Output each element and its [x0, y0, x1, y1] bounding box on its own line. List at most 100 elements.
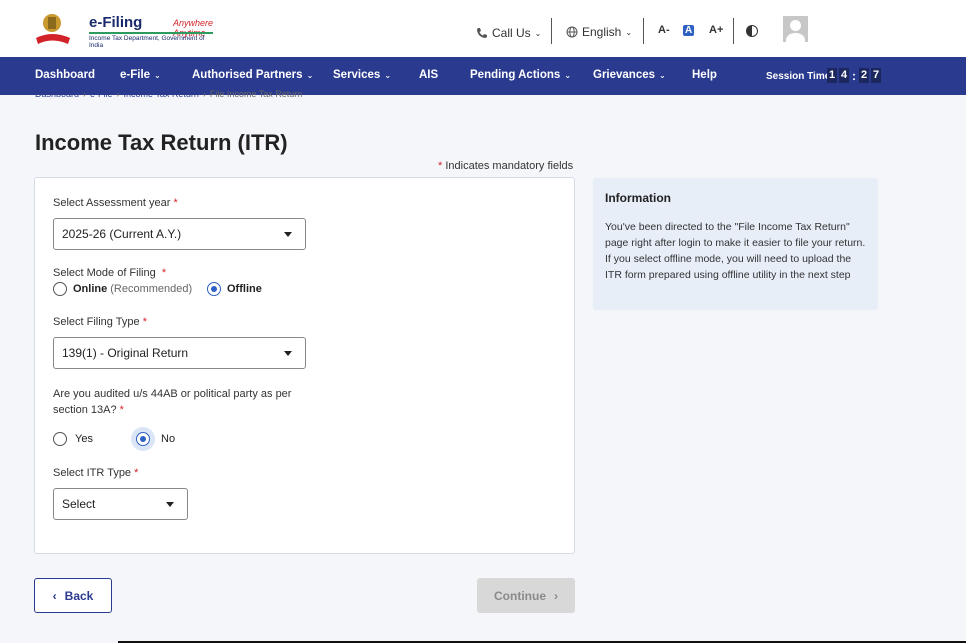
nav-help[interactable]: Help	[692, 69, 717, 81]
nav-label: Dashboard	[35, 69, 96, 81]
required-mark: *	[161, 267, 167, 279]
itr-type-value: Select	[62, 497, 96, 511]
assessment-year-value: 2025-26 (Current A.Y.)	[62, 227, 182, 241]
audited-no-radio[interactable]: No	[131, 427, 175, 451]
itr-type-label: Select ITR Type *	[53, 467, 138, 479]
contrast-icon[interactable]	[746, 25, 758, 37]
label-text: Select ITR Type	[53, 467, 132, 479]
nav-services[interactable]: Services ⌄	[333, 69, 391, 81]
yes-label: Yes	[75, 433, 93, 445]
chevron-down-icon: ⌄	[564, 70, 572, 80]
information-panel: Information You've been directed to the …	[593, 178, 878, 310]
call-us-label: Call Us	[492, 26, 531, 40]
breadcrumb: Dashboard › e-File › Income Tax Return › Fi…	[35, 89, 302, 99]
call-us-menu[interactable]: Call Us ⌄	[476, 26, 541, 40]
required-mark: *	[142, 316, 147, 328]
audited-question-label: Are you audited u/s 44AB or political pa…	[53, 386, 291, 418]
continue-button[interactable]: Continue ›	[477, 578, 575, 613]
continue-label: Continue	[494, 588, 546, 603]
session-digit: 1	[827, 68, 837, 83]
itr-form-card: Select Assessment year * 2025-26 (Curren…	[34, 177, 575, 554]
font-increase-button[interactable]: A+	[709, 24, 723, 36]
nav-ais[interactable]: AIS	[419, 69, 438, 81]
required-mark: *	[119, 404, 124, 416]
globe-icon	[566, 26, 578, 38]
caret-down-icon	[284, 231, 292, 237]
filing-type-label: Select Filing Type *	[53, 316, 147, 328]
chevron-left-icon: ‹	[52, 588, 57, 603]
online-label: Online	[73, 283, 108, 295]
nav-efile[interactable]: e-File ⌄	[120, 69, 161, 81]
radio-selected-icon	[136, 432, 150, 446]
radio-icon	[53, 282, 67, 296]
session-time-label: Session Time	[766, 71, 831, 82]
required-mark: *	[438, 160, 443, 172]
back-label: Back	[64, 588, 94, 603]
label-text: section 13A?	[53, 404, 117, 416]
page-title: Income Tax Return (ITR)	[35, 130, 288, 155]
back-button[interactable]: ‹ Back	[34, 578, 112, 613]
filing-type-value: 139(1) - Original Return	[62, 346, 189, 360]
session-digit: 4	[839, 68, 849, 83]
breadcrumb-dashboard[interactable]: Dashboard	[35, 89, 79, 99]
nav-grievances[interactable]: Grievances ⌄	[593, 69, 666, 81]
logo-title: e-Filing	[89, 14, 143, 31]
header-divider	[733, 18, 734, 44]
phone-icon	[477, 28, 487, 38]
mandatory-text: Indicates mandatory fields	[445, 160, 574, 172]
header-divider	[551, 18, 552, 44]
filing-mode-offline-radio[interactable]: Offline	[207, 282, 262, 296]
required-mark: *	[134, 467, 139, 479]
session-timer: 1 4 : 2 7	[827, 68, 881, 83]
session-digit: 7	[871, 68, 881, 83]
filing-type-select[interactable]: 139(1) - Original Return	[53, 337, 306, 369]
emblem-icon	[36, 14, 70, 44]
audited-yes-radio[interactable]: Yes	[53, 432, 93, 446]
efiling-logo[interactable]: e-Filing Anywhere Anytime Income Tax Dep…	[34, 10, 214, 49]
label-text: Select Assessment year	[53, 197, 171, 209]
nav-authorised-partners[interactable]: Authorised Partners ⌄	[192, 69, 313, 81]
breadcrumb-itr[interactable]: Income Tax Return	[124, 89, 199, 99]
assessment-year-select[interactable]: 2025-26 (Current A.Y.)	[53, 218, 306, 250]
header-divider	[643, 18, 644, 44]
breadcrumb-efile[interactable]: e-File	[90, 89, 113, 99]
label-text: Are you audited u/s 44AB or political pa…	[53, 388, 292, 400]
chevron-down-icon: ⌄	[534, 28, 542, 38]
nav-dashboard[interactable]: Dashboard	[35, 69, 95, 81]
nav-label: Grievances	[593, 69, 656, 81]
language-label: English	[582, 25, 622, 39]
nav-label: Authorised Partners	[192, 69, 303, 81]
breadcrumb-current: File Income Tax Return	[209, 89, 303, 99]
online-note: (Recommended)	[110, 283, 193, 295]
language-select[interactable]: English ⌄	[566, 25, 632, 39]
session-digit: 2	[859, 68, 869, 83]
assessment-year-label: Select Assessment year *	[53, 197, 178, 209]
mandatory-note: * Indicates mandatory fields	[438, 160, 573, 172]
required-mark: *	[173, 197, 178, 209]
breadcrumb-separator: ›	[202, 89, 206, 99]
offline-label: Offline	[227, 283, 262, 295]
label-text: Select Filing Type	[53, 316, 140, 328]
chevron-down-icon: ⌄	[625, 27, 633, 37]
radio-focus-halo	[131, 427, 155, 451]
nav-label: Services	[333, 69, 381, 81]
nav-pending-actions[interactable]: Pending Actions ⌄	[470, 69, 571, 81]
itr-type-select[interactable]: Select	[53, 488, 188, 520]
information-title: Information	[605, 191, 671, 205]
breadcrumb-separator: ›	[116, 89, 120, 99]
avatar[interactable]	[783, 16, 808, 42]
chevron-down-icon: ⌄	[154, 70, 161, 80]
chevron-down-icon: ⌄	[659, 70, 666, 80]
nav-label: Pending Actions	[470, 69, 561, 81]
breadcrumb-separator: ›	[83, 89, 87, 99]
chevron-right-icon: ›	[554, 588, 558, 603]
session-colon: :	[852, 68, 856, 83]
filing-mode-label: Select Mode of Filing *	[53, 267, 166, 279]
font-normal-button[interactable]: A	[683, 25, 695, 36]
filing-mode-online-radio[interactable]: Online (Recommended)	[53, 282, 192, 296]
information-text: You've been directed to the "File Income…	[605, 221, 866, 249]
radio-selected-icon	[207, 282, 221, 296]
font-decrease-button[interactable]: A-	[658, 24, 670, 36]
caret-down-icon	[166, 501, 174, 507]
radio-icon	[53, 432, 67, 446]
